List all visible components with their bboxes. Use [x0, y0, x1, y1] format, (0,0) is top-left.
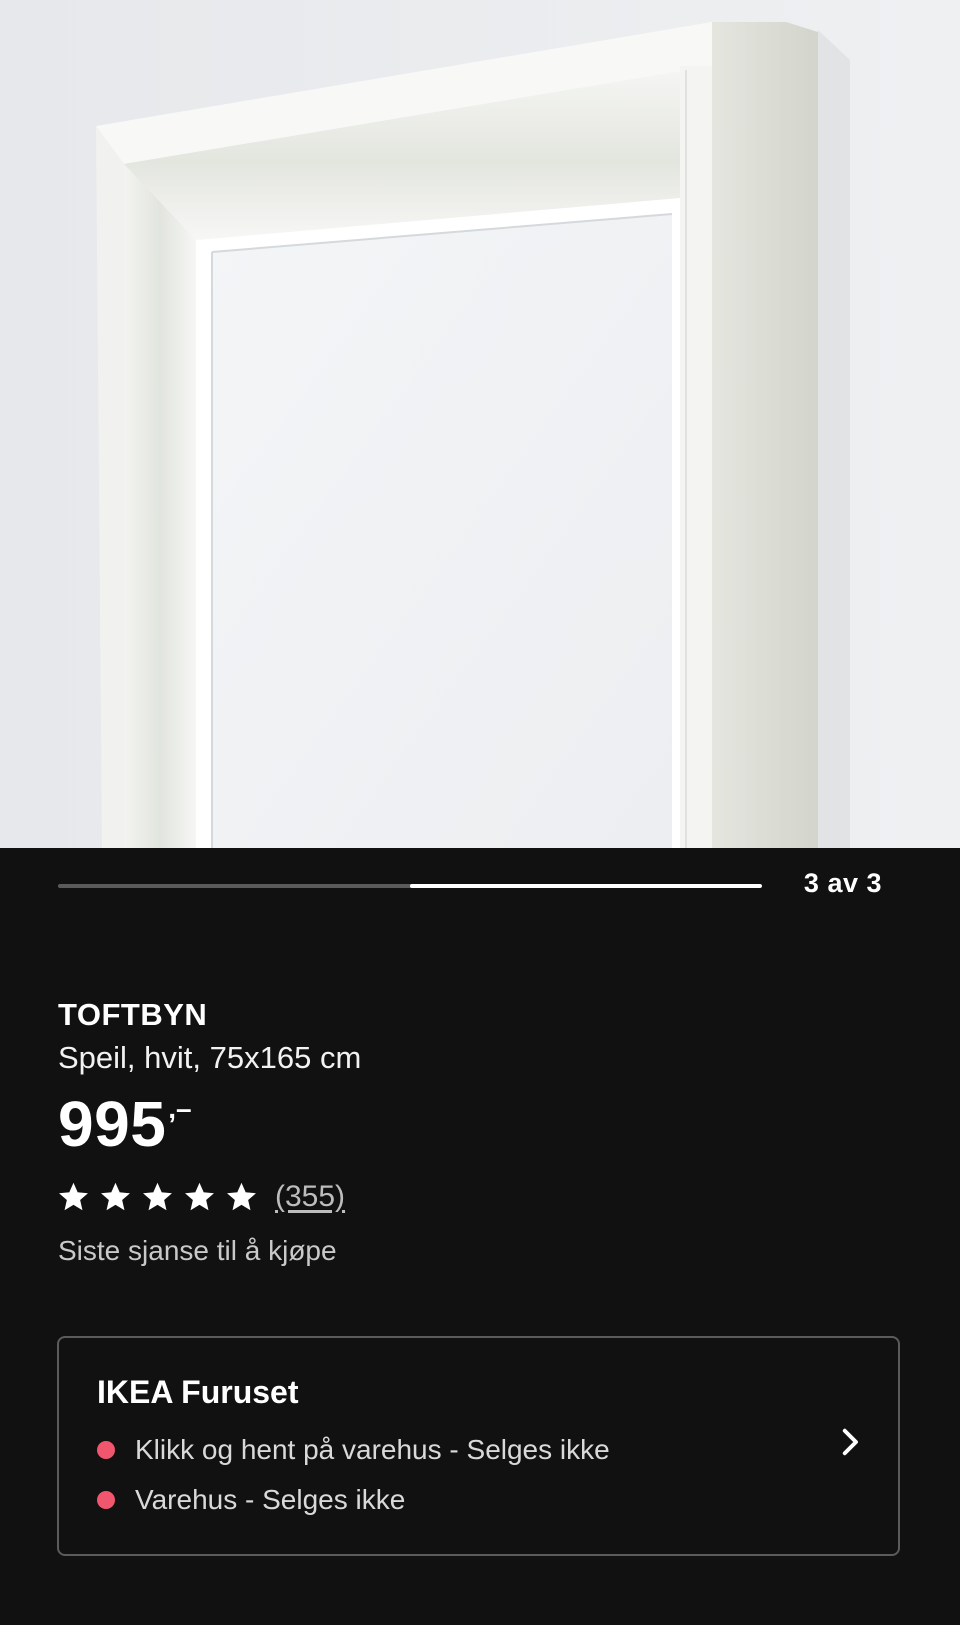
- star-icon: [59, 1182, 88, 1210]
- product-name[interactable]: TOFTBYN: [58, 995, 908, 1035]
- gallery-progress-bar[interactable]: [58, 884, 762, 888]
- store-status-text: Varehus - Selges ikke: [135, 1484, 406, 1515]
- review-count-link[interactable]: (355): [275, 1180, 345, 1214]
- status-dot-icon: [97, 1491, 115, 1509]
- gallery-progress: 3 av 3: [0, 848, 960, 928]
- product-price: 995 ,–: [58, 1089, 908, 1159]
- price-suffix: ,–: [168, 1093, 192, 1124]
- gallery-progress-indicator: [410, 884, 762, 888]
- availability-note: Siste sjanse til å kjøpe: [58, 1235, 337, 1266]
- star-icon: [143, 1182, 172, 1210]
- rating-stars: [58, 1182, 257, 1213]
- store-availability-card[interactable]: IKEA Furuset Klikk og hent på varehus - …: [57, 1336, 900, 1556]
- product-info: TOFTBYN Speil, hvit, 75x165 cm 995 ,– (3…: [58, 995, 908, 1267]
- product-rating[interactable]: (355): [58, 1177, 908, 1217]
- price-value: 995: [58, 1088, 167, 1160]
- gallery-position-label: 3 av 3: [803, 868, 882, 898]
- store-status-click-collect: Klikk og hent på varehus - Selges ikke: [97, 1434, 610, 1466]
- star-icon: [227, 1182, 256, 1210]
- product-description: Speil, hvit, 75x165 cm: [58, 1040, 362, 1075]
- product-image[interactable]: [0, 0, 960, 848]
- mirror-illustration: [0, 0, 960, 848]
- status-dot-icon: [97, 1441, 115, 1459]
- star-icon: [185, 1182, 214, 1210]
- store-status-in-store: Varehus - Selges ikke: [97, 1484, 405, 1516]
- store-status-text: Klikk og hent på varehus - Selges ikke: [135, 1434, 610, 1465]
- store-name: IKEA Furuset: [97, 1374, 299, 1410]
- star-icon: [101, 1182, 130, 1210]
- chevron-right-icon[interactable]: [832, 1424, 868, 1460]
